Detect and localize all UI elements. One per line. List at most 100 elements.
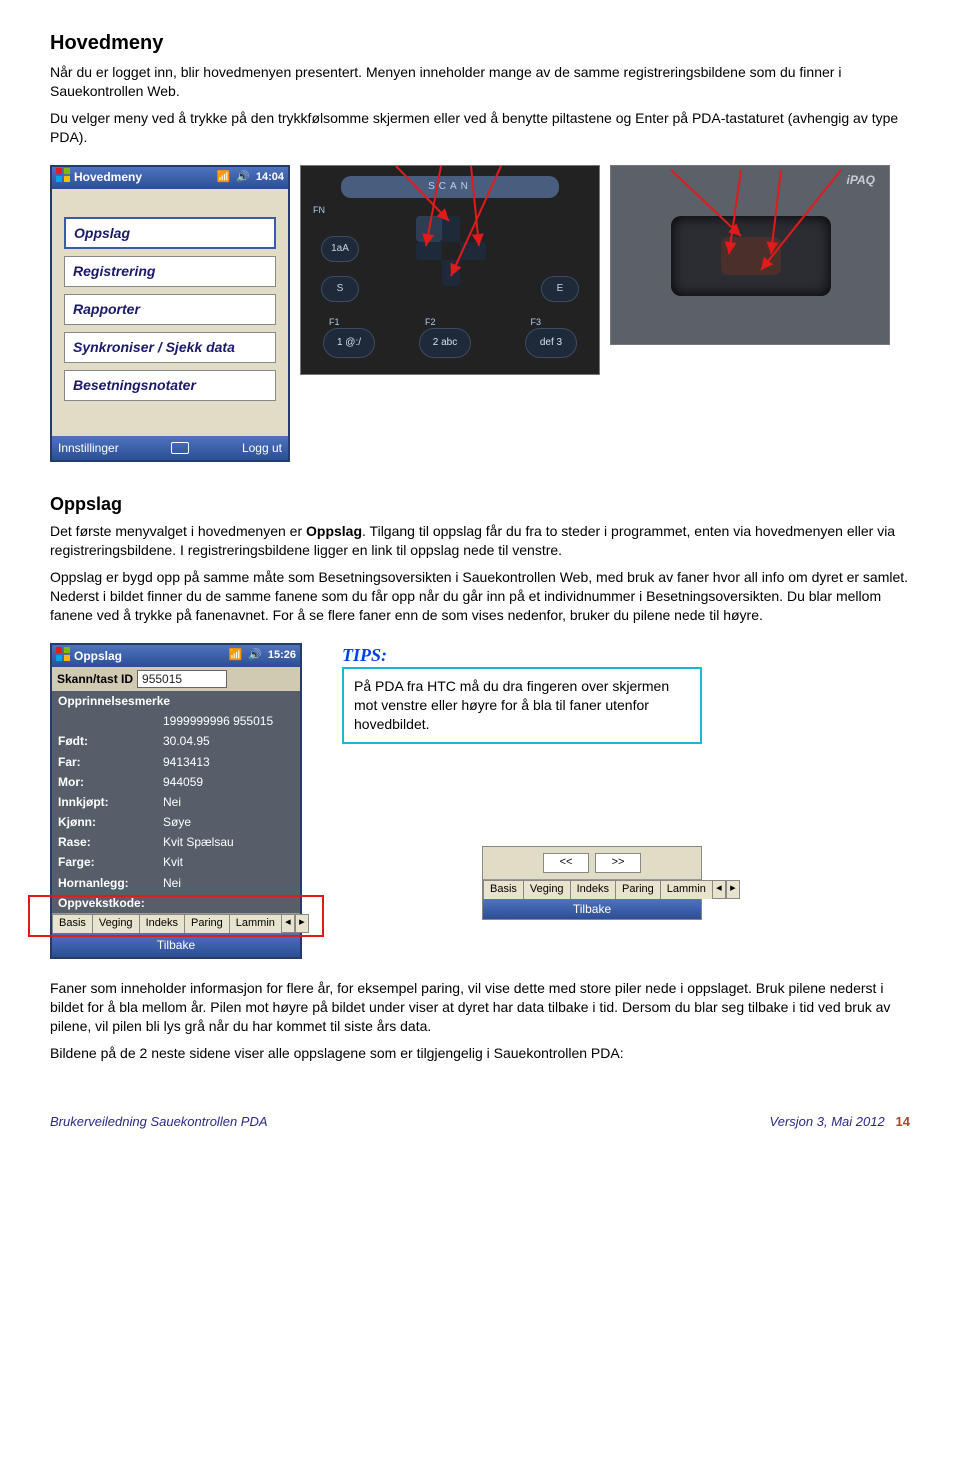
tab-veging[interactable]: Veging — [92, 914, 140, 933]
mini-scroll-right-icon[interactable]: ▸ — [726, 880, 740, 899]
lbl-opprinnelsesmerke: Opprinnelsesmerke — [58, 693, 163, 709]
mini-tab-paring[interactable]: Paring — [615, 880, 661, 899]
signal-icon: 📶 — [216, 170, 230, 185]
signal-icon: 📶 — [228, 648, 242, 663]
hovedmeny-clock: 14:04 — [256, 170, 284, 185]
tips-box: På PDA fra HTC må du dra fingeren over s… — [342, 667, 702, 744]
oppslag-clock: 15:26 — [268, 648, 296, 663]
mini-tab-lammin[interactable]: Lammin — [660, 880, 713, 899]
tab-scroll-left-icon[interactable]: ◂ — [281, 914, 295, 933]
oppslag-paragraph-2: Oppslag er bygd opp på samme måte som Be… — [50, 568, 910, 625]
key-s[interactable]: S — [321, 276, 359, 302]
menu-item-oppslag[interactable]: Oppslag — [64, 217, 276, 250]
ipaq-nav-recess — [671, 216, 831, 296]
tab-indeks[interactable]: Indeks — [139, 914, 185, 933]
footer-tilbake[interactable]: Tilbake — [157, 937, 195, 953]
mini-tab-indeks[interactable]: Indeks — [570, 880, 616, 899]
oppslag-p1b: Oppslag — [306, 523, 362, 539]
key-1aA[interactable]: 1aA — [321, 236, 359, 262]
oppslag-title-text: Oppslag — [74, 648, 122, 664]
dpad[interactable] — [416, 216, 486, 286]
footer-innstillinger[interactable]: Innstillinger — [58, 440, 119, 456]
speaker-icon: 🔊 — [236, 170, 250, 185]
keyboard-icon[interactable] — [171, 442, 189, 454]
hovedmeny-title-text: Hovedmeny — [74, 169, 142, 185]
page-number: 14 — [896, 1114, 910, 1129]
val-innkjopt: Nei — [163, 794, 181, 810]
red-callout-arrows-ipaq-icon — [671, 223, 731, 261]
val-mor: 944059 — [163, 774, 203, 790]
paragraph-4: Bildene på de 2 neste sidene viser alle … — [50, 1044, 910, 1063]
lbl-blank — [58, 713, 163, 729]
hovedmeny-titlebar: Hovedmeny 📶 🔊 14:04 — [52, 167, 288, 189]
windows-start-icon[interactable] — [56, 647, 70, 665]
dpad-up-icon[interactable] — [442, 216, 460, 242]
oppslag-window: Oppslag 📶 🔊 15:26 Skann/tast ID 955015 O… — [50, 643, 302, 959]
val-ids: 1999999996 955015 — [163, 713, 273, 729]
ipaq-photo: iPAQ — [610, 165, 890, 345]
val-kjonn: Søye — [163, 814, 191, 830]
lbl-far: Far: — [58, 754, 163, 770]
dpad-left-icon[interactable] — [416, 242, 442, 260]
lbl-rase: Rase: — [58, 834, 163, 850]
key-3[interactable]: def 3 — [525, 328, 577, 358]
year-prev-button[interactable]: << — [543, 853, 589, 873]
menu-item-besetningsnotater[interactable]: Besetningsnotater — [64, 370, 276, 401]
dpad-center-icon[interactable] — [416, 216, 442, 242]
intro-paragraph-1: Når du er logget inn, blir hovedmenyen p… — [50, 63, 910, 101]
ipaq-logo-text: iPAQ — [847, 172, 875, 188]
lbl-mor: Mor: — [58, 774, 163, 790]
dpad-down-icon[interactable] — [442, 260, 460, 286]
val-fodt: 30.04.95 — [163, 733, 210, 749]
nav-arrows-screenshot: << >> Basis Veging Indeks Paring Lammin … — [482, 846, 702, 920]
hovedmeny-window: Hovedmeny 📶 🔊 14:04 Oppslag Registrering… — [50, 165, 290, 462]
val-far: 9413413 — [163, 754, 210, 770]
f3-label: F3 — [530, 316, 541, 328]
mini-tab-veging[interactable]: Veging — [523, 880, 571, 899]
mini-footer-tilbake[interactable]: Tilbake — [573, 901, 611, 917]
oppslag-titlebar: Oppslag 📶 🔊 15:26 — [52, 645, 300, 667]
intro-paragraph-2: Du velger meny ved å trykke på den trykk… — [50, 109, 910, 147]
scan-key[interactable]: SCAN — [341, 176, 559, 198]
heading-oppslag: Oppslag — [50, 492, 910, 516]
year-next-button[interactable]: >> — [595, 853, 641, 873]
mini-tab-basis[interactable]: Basis — [483, 880, 524, 899]
heading-hovedmeny: Hovedmeny — [50, 30, 910, 57]
tab-scroll-right-icon[interactable]: ▸ — [295, 914, 309, 933]
key-e[interactable]: E — [541, 276, 579, 302]
speaker-icon: 🔊 — [248, 648, 262, 663]
lbl-oppvekstkode: Oppvekstkode: — [58, 895, 163, 911]
fn-label: FN — [313, 204, 325, 216]
skann-id-input[interactable]: 955015 — [137, 670, 227, 688]
lbl-innkjopt: Innkjøpt: — [58, 794, 163, 810]
skann-label: Skann/tast ID — [57, 671, 133, 687]
paragraph-3: Faner som inneholder informasjon for fle… — [50, 979, 910, 1036]
windows-start-icon[interactable] — [56, 168, 70, 186]
val-rase: Kvit Spælsau — [163, 834, 234, 850]
tab-lamming[interactable]: Lammin — [229, 914, 282, 933]
val-hornanlegg: Nei — [163, 875, 181, 891]
footer-loggut[interactable]: Logg ut — [242, 440, 282, 456]
menu-item-rapporter[interactable]: Rapporter — [64, 294, 276, 325]
oppslag-tabs: Basis Veging Indeks Paring Lammin ◂ ▸ — [52, 913, 300, 933]
mini-scroll-left-icon[interactable]: ◂ — [712, 880, 726, 899]
hovedmeny-list: Oppslag Registrering Rapporter Synkronis… — [52, 189, 288, 436]
oppslag-paragraph-1: Det første menyvalget i hovedmenyen er O… — [50, 522, 910, 560]
key-2[interactable]: 2 abc — [419, 328, 471, 358]
tab-paring[interactable]: Paring — [184, 914, 230, 933]
tab-basis[interactable]: Basis — [52, 914, 93, 933]
lbl-fodt: Født: — [58, 733, 163, 749]
val-farge: Kvit — [163, 854, 183, 870]
menu-item-registrering[interactable]: Registrering — [64, 256, 276, 287]
ipaq-nav-button[interactable] — [721, 237, 781, 275]
menu-item-synkroniser[interactable]: Synkroniser / Sjekk data — [64, 332, 276, 363]
f2-label: F2 — [425, 316, 436, 328]
lbl-farge: Farge: — [58, 854, 163, 870]
hovedmeny-footer: Innstillinger Logg ut — [52, 436, 288, 460]
footer-version: Versjon 3, Mai 2012 — [770, 1114, 885, 1129]
dpad-right-icon[interactable] — [460, 242, 486, 260]
lbl-hornanlegg: Hornanlegg: — [58, 875, 163, 891]
key-1[interactable]: 1 @:/ — [323, 328, 375, 358]
footer-left: Brukerveiledning Sauekontrollen PDA — [50, 1113, 268, 1131]
oppslag-footer: Tilbake — [52, 933, 300, 957]
